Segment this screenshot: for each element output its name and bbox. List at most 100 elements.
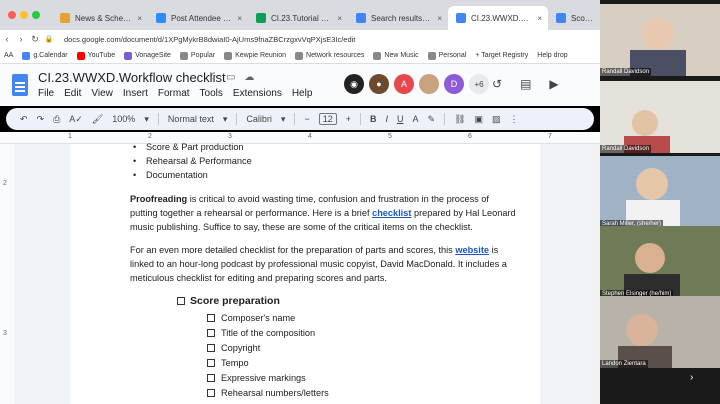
bold-icon[interactable]: B (370, 114, 377, 124)
close-tab-icon[interactable]: × (537, 14, 542, 23)
comments-icon[interactable]: ▤ (520, 77, 531, 91)
folder-icon (373, 51, 382, 60)
bookmark-item[interactable]: g.Calendar (22, 51, 68, 60)
back-icon[interactable]: ‹ (0, 34, 14, 44)
google-docs-logo-icon[interactable] (12, 74, 28, 96)
highlight-icon[interactable]: ✎ (428, 114, 436, 125)
font-size-input[interactable]: 12 (318, 113, 337, 125)
reload-icon[interactable]: ↻ (28, 34, 42, 45)
participant-video-tile[interactable]: Landon Zientara (600, 296, 720, 368)
move-folder-icon[interactable]: ▭ (226, 72, 235, 83)
bookmark-item[interactable]: VonageSite (124, 51, 171, 60)
ruler-mark: 7 (548, 133, 552, 140)
screen: News & Schedule Blog× Post Attendee - Zo… (0, 0, 720, 404)
avatar[interactable]: A (394, 74, 414, 94)
bookmark-item[interactable]: Help drop (537, 52, 567, 59)
minimize-window-icon[interactable] (20, 11, 28, 19)
checklist-item: Title of the composition (207, 328, 315, 338)
document-title[interactable]: CI.23.WWXD.Workflow checklist (38, 70, 226, 85)
increase-font-icon[interactable]: + (346, 114, 351, 124)
menu-insert[interactable]: Insert (123, 88, 148, 99)
italic-icon[interactable]: I (385, 114, 388, 124)
bookmark-item[interactable]: AA (4, 52, 13, 59)
print-icon[interactable]: ⎙ (53, 114, 60, 125)
checkbox[interactable] (207, 329, 215, 337)
participant-video-tile[interactable]: Sarah Miller, (she/her) (600, 156, 720, 228)
folder-icon (179, 51, 188, 60)
avatar[interactable]: ● (369, 74, 389, 94)
vertical-ruler[interactable]: 2 3 (0, 144, 14, 404)
checkbox[interactable] (207, 389, 215, 397)
menu-help[interactable]: Help (292, 88, 313, 99)
close-tab-icon[interactable]: × (137, 14, 142, 23)
close-tab-icon[interactable]: × (437, 14, 442, 23)
participant-video-tile[interactable]: Stephen Elsinger (he/him) (600, 226, 720, 298)
bookmark-folder[interactable]: Popular (179, 51, 215, 60)
spellcheck-icon[interactable]: A✓ (69, 114, 83, 125)
decrease-font-icon[interactable]: − (304, 114, 309, 124)
link-icon[interactable]: ⛓ (454, 114, 465, 125)
browser-tab[interactable]: Score prepara (548, 6, 600, 30)
checkbox[interactable] (207, 344, 215, 352)
horizontal-ruler[interactable]: 1 2 3 4 5 6 7 (0, 132, 600, 144)
comment-icon[interactable]: ▣ (475, 114, 484, 125)
checklist-link[interactable]: checklist (372, 208, 411, 218)
undo-icon[interactable]: ↶ (20, 114, 28, 125)
bookmark-folder[interactable]: Personal (427, 51, 466, 60)
menu-view[interactable]: View (91, 88, 113, 99)
more-icon[interactable]: ⋮ (510, 114, 519, 125)
checkbox[interactable] (207, 374, 215, 382)
menu-extensions[interactable]: Extensions (233, 88, 282, 99)
avatar[interactable] (419, 74, 439, 94)
website-link[interactable]: website (455, 245, 489, 255)
close-tab-icon[interactable]: × (337, 14, 342, 23)
avatar[interactable]: ◉ (344, 74, 364, 94)
checkbox[interactable] (177, 297, 185, 305)
meet-icon[interactable]: ▶ (549, 77, 558, 91)
maximize-window-icon[interactable] (32, 11, 40, 19)
checklist-item: Expressive markings (207, 373, 306, 383)
checkbox[interactable] (207, 359, 215, 367)
bookmark-item[interactable]: YouTube (76, 51, 115, 60)
url-field[interactable]: docs.google.com/document/d/1XPgMykrB8dwi… (64, 35, 600, 44)
checklist-item: Copyright (207, 343, 260, 353)
chevron-right-icon[interactable]: › (690, 372, 693, 383)
avatar[interactable]: D (444, 74, 464, 94)
bookmark-item[interactable]: + Target Registry (475, 52, 528, 59)
browser-tab-active[interactable]: CI.23.WWXD.Workflow× (448, 6, 548, 30)
redo-icon[interactable]: ↷ (37, 114, 45, 125)
forward-icon[interactable]: › (14, 34, 28, 44)
menu-format[interactable]: Format (158, 88, 190, 99)
menu-edit[interactable]: Edit (64, 88, 81, 99)
style-select[interactable]: Normal text (168, 114, 214, 124)
menu-file[interactable]: File (38, 88, 54, 99)
font-select[interactable]: Calibri (246, 114, 272, 124)
browser-tab[interactable]: CI.23.Tutorial assignm× (248, 6, 348, 30)
close-window-icon[interactable] (8, 11, 16, 19)
video-participants-panel: Randall Davidson Randall Davidson Sarah … (600, 0, 720, 404)
browser-tab-bar: News & Schedule Blog× Post Attendee - Zo… (0, 0, 600, 30)
cloud-status-icon[interactable]: ☁ (244, 72, 254, 83)
image-icon[interactable]: ▨ (492, 114, 501, 125)
bookmark-folder[interactable]: New Music (373, 51, 419, 60)
browser-tab[interactable]: Post Attendee - Zoom× (148, 6, 248, 30)
participant-video-tile[interactable]: Randall Davidson (600, 81, 720, 153)
checkbox[interactable] (207, 314, 215, 322)
browser-tab[interactable]: News & Schedule Blog× (52, 6, 148, 30)
more-viewers-badge[interactable]: +6 (469, 74, 489, 94)
star-icon[interactable]: ☆ (208, 72, 217, 83)
close-tab-icon[interactable]: × (237, 14, 242, 23)
document-page[interactable]: Score & Part production Rehearsal & Perf… (70, 142, 540, 404)
participant-video-tile[interactable]: Randall Davidson (600, 4, 720, 76)
underline-icon[interactable]: U (397, 114, 404, 124)
paint-format-icon[interactable]: 🖌 (92, 114, 103, 125)
text-color-icon[interactable]: A (413, 114, 419, 124)
bookmark-folder[interactable]: Kewpie Reunion (224, 51, 286, 60)
zoom-select[interactable]: 100% (112, 114, 135, 124)
menu-tools[interactable]: Tools (200, 88, 223, 99)
browser-tab[interactable]: Search results - Google× (348, 6, 448, 30)
bookmark-folder[interactable]: Network resources (295, 51, 364, 60)
checklist-item: Rehearsal numbers/letters (207, 388, 329, 398)
version-history-icon[interactable]: ↺ (492, 77, 502, 91)
scrollbar[interactable] (591, 144, 599, 404)
